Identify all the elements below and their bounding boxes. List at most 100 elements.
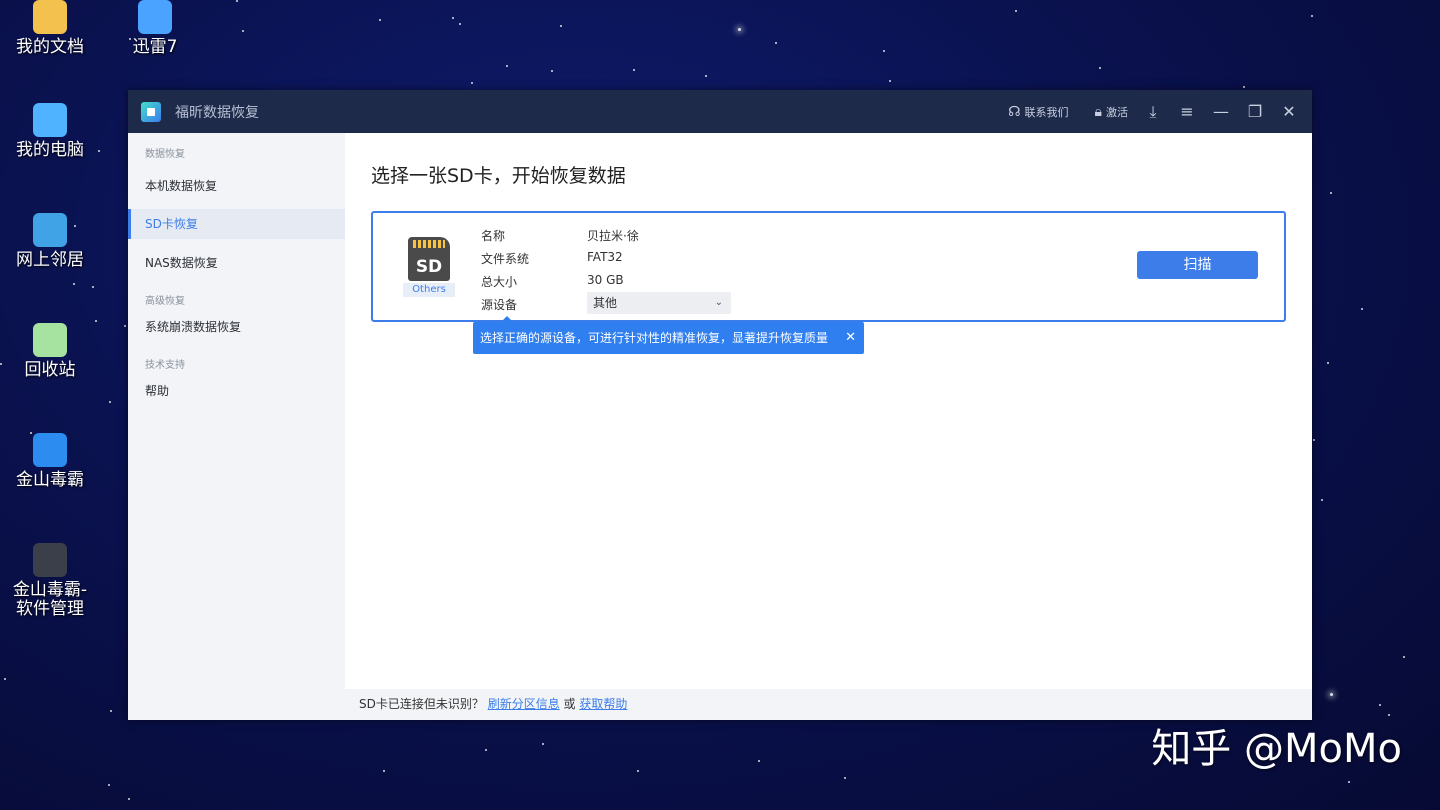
get-help-link[interactable]: 获取帮助 — [579, 697, 627, 711]
star — [383, 770, 385, 772]
software-manager-icon — [33, 543, 67, 577]
tooltip-text: 选择正确的源设备，可进行针对性的精准恢复，显著提升恢复质量 — [480, 331, 829, 345]
desktop-icon-antivirus[interactable]: 金山毒霸 — [0, 433, 100, 490]
desktop-icon-software-manager[interactable]: 金山毒霸- 软件管理 — [0, 543, 100, 619]
star — [236, 0, 238, 2]
star — [92, 286, 94, 288]
desktop-icon-recycle-bin[interactable]: 回收站 — [0, 323, 100, 380]
source-device-value: 其他 — [593, 296, 618, 310]
sd-card-text: SD — [415, 257, 443, 277]
desktop-icon-label: 金山毒霸- 软件管理 — [12, 580, 88, 619]
footer-text: SD卡已连接但未识别？ — [359, 697, 484, 711]
sidebar-group-support: 技术支持 — [145, 360, 185, 371]
star — [844, 777, 846, 779]
desktop-icon-label: 回收站 — [24, 360, 76, 380]
star — [1330, 693, 1333, 696]
star — [738, 28, 741, 31]
recycle-bin-icon — [33, 323, 67, 357]
source-device-tooltip: 选择正确的源设备，可进行针对性的精准恢复，显著提升恢复质量 ✕ — [473, 316, 864, 354]
desktop-icon-network[interactable]: 网上邻居 — [0, 213, 100, 270]
star — [560, 25, 562, 27]
scan-button[interactable]: 扫描 — [1137, 251, 1258, 279]
documents-folder-icon — [33, 0, 67, 34]
star — [4, 678, 6, 680]
window-title: 福昕数据恢复 — [175, 104, 259, 121]
star — [1099, 67, 1101, 69]
menu-icon[interactable]: ≡ — [1170, 102, 1204, 121]
star — [1348, 781, 1350, 783]
desktop-icon-label: 我的电脑 — [16, 140, 84, 160]
star — [775, 42, 777, 44]
headset-icon: ☊ — [1008, 103, 1021, 120]
contact-us-button[interactable]: ☊ 联系我们 — [1008, 104, 1068, 120]
refresh-partition-link[interactable]: 刷新分区信息 — [488, 697, 560, 711]
star — [1321, 499, 1323, 501]
main-content: 选择一张SD卡，开始恢复数据 SD Others 名称 贝拉米·徐 文件系统 F… — [345, 133, 1312, 720]
sidebar-item-local-recovery[interactable]: 本机数据恢复 — [128, 171, 345, 201]
network-icon — [33, 213, 67, 247]
star — [1327, 362, 1329, 364]
star — [110, 710, 112, 712]
star — [471, 82, 473, 84]
thunder-icon — [138, 0, 172, 34]
star — [1379, 704, 1381, 706]
desktop-icon-label: 迅雷7 — [132, 37, 178, 57]
sidebar-item-nas-recovery[interactable]: NAS数据恢复 — [128, 248, 345, 278]
desktop-icon-label: 金山毒霸 — [16, 470, 84, 490]
footer-or: 或 — [563, 697, 576, 711]
sidebar-item-help[interactable]: 帮助 — [128, 376, 345, 406]
computer-icon — [33, 103, 67, 137]
close-icon[interactable]: ✕ — [1272, 102, 1306, 121]
star — [705, 75, 707, 77]
size-value: 30 GB — [587, 273, 624, 287]
sd-card-icon: SD Others — [403, 237, 455, 297]
star — [379, 19, 381, 21]
star — [1330, 192, 1332, 194]
page-title: 选择一张SD卡，开始恢复数据 — [371, 165, 626, 187]
star — [889, 80, 891, 82]
sd-card-type-label: Others — [403, 283, 455, 297]
download-icon[interactable]: ⤓ — [1136, 102, 1170, 122]
star — [485, 749, 487, 751]
star — [242, 30, 244, 32]
star — [124, 325, 126, 327]
chevron-down-icon: ⌄ — [714, 297, 723, 308]
antivirus-icon — [33, 433, 67, 467]
star — [633, 69, 635, 71]
star — [452, 17, 454, 19]
desktop-icon-my-computer[interactable]: 我的电脑 — [0, 103, 100, 160]
sidebar-group-advanced: 高级恢复 — [145, 296, 185, 307]
star — [1015, 10, 1017, 12]
sidebar-item-sd-recovery[interactable]: SD卡恢复 — [128, 209, 345, 239]
sidebar-item-crash-recovery[interactable]: 系统崩溃数据恢复 — [128, 312, 345, 342]
star — [758, 760, 760, 762]
contact-us-label: 联系我们 — [1024, 105, 1069, 119]
star — [1313, 439, 1315, 441]
star — [1361, 308, 1363, 310]
star — [637, 770, 639, 772]
activate-button[interactable]: 🔒︎ 激活 — [1095, 104, 1128, 120]
sd-card-item[interactable]: SD Others 名称 贝拉米·徐 文件系统 FAT32 总大小 30 GB … — [371, 211, 1286, 322]
lock-icon: 🔒︎ — [1094, 103, 1102, 120]
star — [1243, 86, 1245, 88]
name-value: 贝拉米·徐 — [587, 229, 639, 243]
desktop-icon-my-documents[interactable]: 我的文档 — [0, 0, 100, 57]
source-device-select[interactable]: 其他 ⌄ — [587, 292, 731, 314]
star — [109, 401, 111, 403]
app-window: 福昕数据恢复 ☊ 联系我们 🔒︎ 激活 ⤓ ≡ — ❐ ✕ 数据恢复 本机数据恢… — [128, 90, 1312, 720]
star — [128, 798, 130, 800]
star — [108, 784, 110, 786]
filesystem-label: 文件系统 — [481, 252, 530, 266]
watermark: 知乎 @MoMo — [1151, 726, 1402, 772]
sidebar-group-data-recovery: 数据恢复 — [145, 149, 185, 160]
size-label: 总大小 — [481, 275, 518, 289]
close-icon[interactable]: ✕ — [845, 322, 856, 354]
star — [459, 23, 461, 25]
minimize-icon[interactable]: — — [1204, 102, 1238, 121]
star — [1403, 656, 1405, 658]
restore-icon[interactable]: ❐ — [1238, 102, 1272, 121]
title-bar[interactable]: 福昕数据恢复 ☊ 联系我们 🔒︎ 激活 ⤓ ≡ — ❐ ✕ — [128, 90, 1312, 133]
star — [506, 65, 508, 67]
desktop-icon-thunder[interactable]: 迅雷7 — [105, 0, 205, 57]
star — [73, 283, 75, 285]
